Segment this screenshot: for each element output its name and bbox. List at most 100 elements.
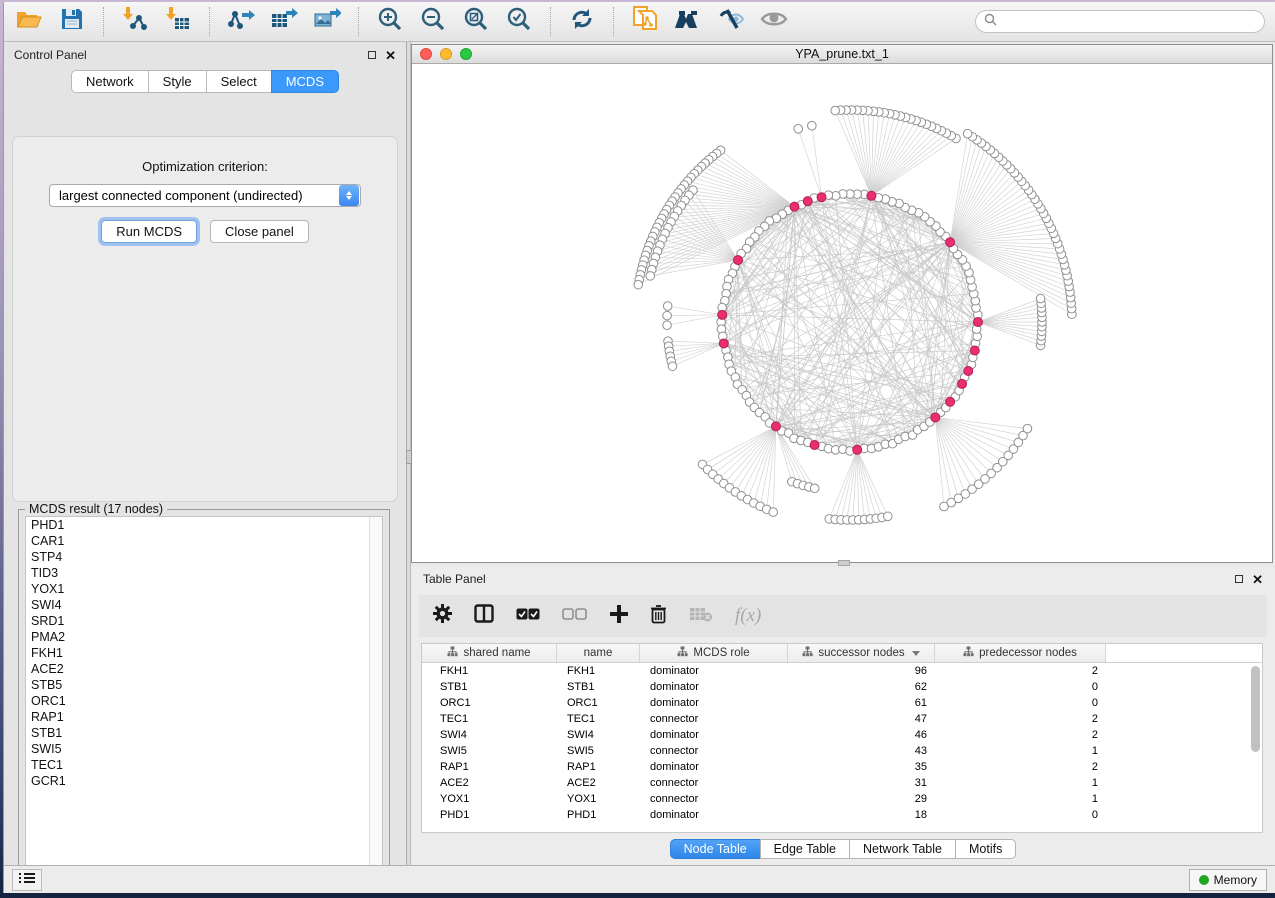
mcds-result-items: PHD1CAR1STP4TID3YOX1SWI4SRD1PMA2FKH1ACE2…: [26, 517, 382, 789]
column-header-predecessor-nodes[interactable]: predecessor nodes: [935, 644, 1106, 662]
tab-network-table[interactable]: Network Table: [849, 839, 955, 859]
zoom-fit-button[interactable]: [461, 7, 491, 37]
table-row[interactable]: TEC1TEC1connector472: [422, 711, 1262, 727]
close-panel-icon[interactable]: ✕: [385, 49, 396, 62]
mcds-list-item[interactable]: STP4: [26, 549, 382, 565]
optimization-select[interactable]: largest connected component (undirected): [49, 184, 361, 207]
column-header-name[interactable]: name: [557, 644, 640, 662]
control-tabs: NetworkStyleSelectMCDS: [4, 70, 406, 93]
memory-label: Memory: [1214, 873, 1257, 887]
table-cell: PHD1: [422, 809, 557, 821]
memory-button[interactable]: Memory: [1189, 869, 1267, 891]
run-mcds-button[interactable]: Run MCDS: [101, 220, 197, 243]
mcds-list-item[interactable]: ORC1: [26, 693, 382, 709]
show-all-button[interactable]: [759, 7, 789, 37]
table-row[interactable]: SWI5SWI5connector431: [422, 743, 1262, 759]
toolbar-separator: [103, 7, 104, 37]
search-input[interactable]: [1002, 15, 1256, 29]
export-network-button[interactable]: [226, 7, 256, 37]
node-table[interactable]: shared namename MCDS role successor nodes p…: [421, 643, 1263, 833]
tab-node-table[interactable]: Node Table: [670, 839, 760, 859]
apply-layout-button[interactable]: [567, 7, 597, 37]
mcds-list-item[interactable]: STB1: [26, 725, 382, 741]
table-cell: 31: [788, 777, 935, 789]
float-panel-icon[interactable]: [1235, 573, 1243, 585]
table-settings-gear-icon[interactable]: [433, 604, 452, 628]
open-folder-icon: [15, 7, 43, 36]
tab-network[interactable]: Network: [71, 70, 148, 93]
mcds-list-item[interactable]: FKH1: [26, 645, 382, 661]
mcds-list-item[interactable]: SWI4: [26, 597, 382, 613]
table-cell: RAP1: [422, 761, 557, 773]
mcds-list-scrollbar[interactable]: [369, 517, 382, 865]
mcds-list-item[interactable]: PHD1: [26, 517, 382, 533]
task-history-button[interactable]: [12, 869, 42, 891]
table-cell: 2: [935, 713, 1106, 725]
search-field[interactable]: [975, 10, 1265, 33]
tab-mcds[interactable]: MCDS: [271, 70, 339, 93]
new-network-from-selection-button[interactable]: [630, 7, 660, 37]
mcds-list-item[interactable]: YOX1: [26, 581, 382, 597]
import-network-button[interactable]: [120, 7, 150, 37]
column-header-shared-name[interactable]: shared name: [422, 644, 557, 662]
column-label: MCDS role: [693, 647, 749, 659]
network-view[interactable]: [412, 65, 1272, 562]
table-cell: TEC1: [422, 713, 557, 725]
show-columns-icon[interactable]: [474, 604, 494, 628]
table-row[interactable]: RAP1RAP1dominator352: [422, 759, 1262, 775]
table-row[interactable]: ACE2ACE2connector311: [422, 775, 1262, 791]
export-table-button[interactable]: [269, 7, 299, 37]
column-header-MCDS-role[interactable]: MCDS role: [640, 644, 788, 662]
import-table-button[interactable]: [163, 7, 193, 37]
table-row[interactable]: SWI4SWI4dominator462: [422, 727, 1262, 743]
tab-style[interactable]: Style: [148, 70, 206, 93]
first-neighbors-button[interactable]: [673, 7, 703, 37]
mcds-list-item[interactable]: SWI5: [26, 741, 382, 757]
table-cell: FKH1: [557, 665, 640, 677]
delete-column-trash-icon[interactable]: [650, 604, 667, 629]
mcds-list-item[interactable]: TID3: [26, 565, 382, 581]
zoom-in-button[interactable]: [375, 7, 405, 37]
mcds-list-item[interactable]: SRD1: [26, 613, 382, 629]
mcds-list-item[interactable]: TEC1: [26, 757, 382, 773]
export-image-button[interactable]: [312, 7, 342, 37]
tab-edge-table[interactable]: Edge Table: [760, 839, 849, 859]
hide-selected-button[interactable]: [716, 7, 746, 37]
table-scrollbar-thumb[interactable]: [1251, 666, 1260, 752]
table-cell: PHD1: [557, 809, 640, 821]
close-panel-button[interactable]: Close panel: [210, 220, 309, 243]
mcds-list-item[interactable]: ACE2: [26, 661, 382, 677]
zoom-selected-button[interactable]: [504, 7, 534, 37]
column-label: successor nodes: [818, 647, 904, 659]
add-column-plus-icon[interactable]: [610, 605, 628, 628]
mcds-list-item[interactable]: CAR1: [26, 533, 382, 549]
network-graph[interactable]: [412, 65, 1275, 562]
tab-motifs[interactable]: Motifs: [955, 839, 1016, 859]
mcds-list-item[interactable]: STB5: [26, 677, 382, 693]
table-row[interactable]: STB1STB1dominator620: [422, 679, 1262, 695]
table-row[interactable]: FKH1FKH1dominator962: [422, 663, 1262, 679]
table-cell: 47: [788, 713, 935, 725]
mcds-list-item[interactable]: RAP1: [26, 709, 382, 725]
zoom-out-button[interactable]: [418, 7, 448, 37]
toolbar-separator: [209, 7, 210, 37]
network-window-titlebar[interactable]: YPA_prune.txt_1: [412, 45, 1272, 64]
close-panel-icon[interactable]: ✕: [1252, 573, 1263, 586]
float-panel-icon[interactable]: [368, 49, 376, 61]
column-type-icon: [447, 646, 458, 660]
table-row[interactable]: ORC1ORC1dominator610: [422, 695, 1262, 711]
table-row[interactable]: YOX1YOX1connector291: [422, 791, 1262, 807]
open-session-button[interactable]: [14, 7, 44, 37]
mcds-list-item[interactable]: PMA2: [26, 629, 382, 645]
table-row[interactable]: PHD1PHD1dominator180: [422, 807, 1262, 823]
splitter-grip[interactable]: [838, 560, 850, 566]
tab-select[interactable]: Select: [206, 70, 271, 93]
select-all-icon[interactable]: [516, 607, 540, 625]
table-cell: STB1: [422, 681, 557, 693]
table-cell: 2: [935, 729, 1106, 741]
mcds-list-item[interactable]: GCR1: [26, 773, 382, 789]
column-type-icon: [963, 646, 974, 660]
save-session-button[interactable]: [57, 7, 87, 37]
column-header-successor-nodes[interactable]: successor nodes: [788, 644, 935, 662]
deselect-all-icon[interactable]: [562, 607, 588, 625]
